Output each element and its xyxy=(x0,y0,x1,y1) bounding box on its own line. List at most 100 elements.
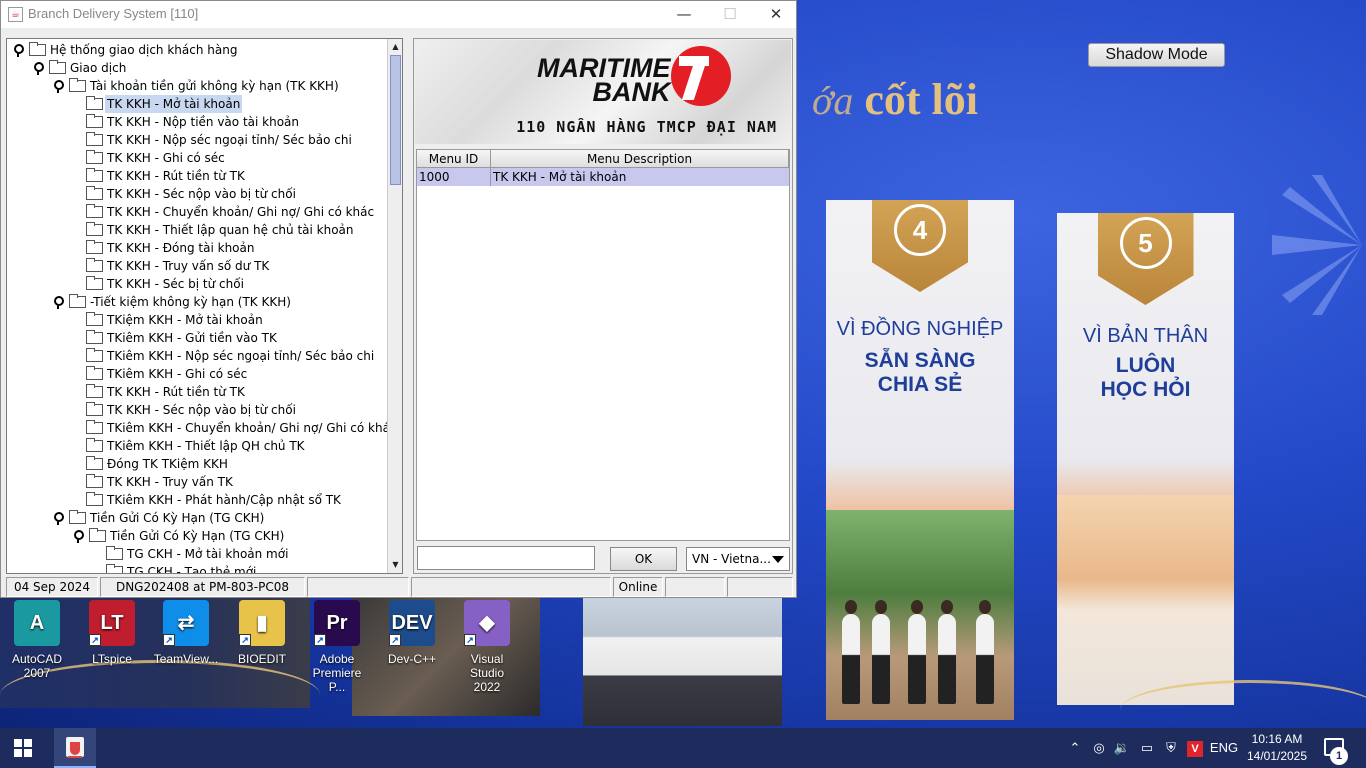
ok-button[interactable]: OK xyxy=(610,547,677,571)
tree-node[interactable]: TK KKH - Truy vấn số dư TK xyxy=(7,257,387,275)
shortcut-arrow-icon: ↗ xyxy=(314,634,326,646)
desktop-shortcut[interactable]: A AutoCAD 2007 xyxy=(3,600,71,680)
tree-node[interactable]: TK KKH - Nộp séc ngoại tỉnh/ Séc bảo chi xyxy=(7,131,387,149)
folder-icon xyxy=(106,546,123,560)
security-icon[interactable]: ⛨ xyxy=(1161,728,1181,768)
tree-node[interactable]: TKiệm KKH - Mở tài khoản xyxy=(7,311,387,329)
minimize-button[interactable]: — xyxy=(661,1,707,28)
tree-node[interactable]: TK KKH - Séc nộp vào bị từ chối xyxy=(7,401,387,419)
folder-icon xyxy=(69,510,86,524)
banner-title: VÌ BẢN THÂN xyxy=(1082,325,1209,347)
input-language[interactable]: ENG xyxy=(1207,728,1241,768)
value-banner-4: 4 VÌ ĐỒNG NGHIỆP SẴN SÀNG CHIA SẺ xyxy=(826,200,1014,720)
table-row[interactable]: 1000 TK KKH - Mở tài khoản xyxy=(417,168,789,186)
desktop-shortcut[interactable]: ▮ ↗ BIOEDIT xyxy=(228,600,296,666)
shortcut-label: TeamView... xyxy=(153,652,219,666)
shortcut-arrow-icon: ↗ xyxy=(163,634,175,646)
windows-start-icon[interactable] xyxy=(14,739,32,757)
tree-node[interactable]: TK KKH - Đóng tài khoản xyxy=(7,239,387,257)
maximize-button[interactable]: ☐ xyxy=(707,1,753,28)
medal-badge: 5 xyxy=(1097,213,1194,305)
tree-node[interactable]: TK KKH - Rút tiền từ TK xyxy=(7,383,387,401)
tree-node[interactable]: Tiền Gửi Có Kỳ Hạn (TG CKH) xyxy=(7,509,387,527)
tree-node[interactable]: -Tiết kiệm không kỳ hạn (TK KKH) xyxy=(7,293,387,311)
taskbar-java-app[interactable] xyxy=(54,728,96,768)
desktop-shortcut[interactable]: Pr ↗ Adobe Premiere P... xyxy=(303,600,371,694)
expand-key-icon[interactable] xyxy=(33,62,44,75)
tree-node[interactable]: TKiêm KKH - Gửi tiền vào TK xyxy=(7,329,387,347)
scroll-up-arrow-icon[interactable]: ▲ xyxy=(390,41,401,53)
folder-icon xyxy=(86,96,103,110)
status-cell xyxy=(411,577,611,597)
shortcut-label: Visual Studio xyxy=(469,652,505,680)
tree-node-label: TG CKH - Tạo thẻ mới xyxy=(127,565,257,573)
tree-node[interactable]: TKiêm KKH - Ghi có séc xyxy=(7,365,387,383)
desktop-shortcut[interactable]: LT ↗ LTspice xyxy=(78,600,146,666)
menu-id-input[interactable] xyxy=(417,546,595,570)
expand-key-icon[interactable] xyxy=(53,296,64,309)
shortcut-label: Adobe xyxy=(319,652,355,666)
status-cell xyxy=(665,577,725,597)
close-button[interactable]: ✕ xyxy=(753,1,799,28)
tree-node[interactable]: TKiêm KKH - Chuyển khoản/ Ghi nợ/ Ghi có… xyxy=(7,419,387,437)
tree-node-label: Tài khoản tiền gửi không kỳ hạn (TK KKH) xyxy=(90,79,339,93)
webcam-icon[interactable]: ◎ xyxy=(1090,728,1108,768)
tree-node[interactable]: TG CKH - Mở tài khoản mới xyxy=(7,545,387,563)
tree-node[interactable]: TKiêm KKH - Thiết lập QH chủ TK xyxy=(7,437,387,455)
tree-node[interactable]: TK KKH - Truy vấn TK xyxy=(7,473,387,491)
tree-node-label: TK KKH - Thiết lập quan hệ chủ tài khoản xyxy=(107,223,354,237)
desktop-shortcut[interactable]: ⇄ ↗ TeamView... xyxy=(152,600,220,666)
tree-node[interactable]: Đóng TK TKiệm KKH xyxy=(7,455,387,473)
folder-icon xyxy=(86,132,103,146)
tree-node[interactable]: Tài khoản tiền gửi không kỳ hạn (TK KKH) xyxy=(7,77,387,95)
volume-icon[interactable]: 🔉 xyxy=(1112,728,1132,768)
tree-node[interactable]: TK KKH - Chuyển khoản/ Ghi nợ/ Ghi có kh… xyxy=(7,203,387,221)
cell-menu-description: TK KKH - Mở tài khoản xyxy=(493,170,627,184)
status-user-station: DNG202408 at PM-803-PC08 xyxy=(100,577,305,597)
tree-node[interactable]: TG CKH - Tạo thẻ mới xyxy=(7,563,387,573)
network-icon[interactable]: ▭ xyxy=(1137,728,1157,768)
tree-node[interactable]: TK KKH - Ghi có séc xyxy=(7,149,387,167)
tree-node[interactable]: Giao dịch xyxy=(7,59,387,77)
language-select[interactable]: VN - Vietna... xyxy=(686,547,790,571)
tree-node[interactable]: TK KKH - Séc bị từ chối xyxy=(7,275,387,293)
expand-key-icon[interactable] xyxy=(13,44,24,57)
antivirus-icon[interactable]: V xyxy=(1185,728,1205,768)
tree-node[interactable]: TK KKH - Thiết lập quan hệ chủ tài khoản xyxy=(7,221,387,239)
tree-node-label: TK KKH - Truy vấn TK xyxy=(107,475,233,489)
shortcut-label: 2022 xyxy=(473,680,501,694)
tree-node[interactable]: TK KKH - Nộp tiền vào tài khoản xyxy=(7,113,387,131)
tree-node-label: TKiệm KKH - Mở tài khoản xyxy=(107,313,263,327)
scroll-down-arrow-icon[interactable]: ▼ xyxy=(390,559,401,571)
scroll-thumb[interactable] xyxy=(390,55,401,185)
desktop-shortcut[interactable]: DEV ↗ Dev-C++ xyxy=(378,600,446,666)
shadow-mode-button[interactable]: Shadow Mode xyxy=(1088,43,1225,67)
tree-node[interactable]: TKiêm KKH - Phát hành/Cập nhật sổ TK xyxy=(7,491,387,509)
tree-node-label: TK KKH - Séc nộp vào bị từ chối xyxy=(107,403,296,417)
tree-node[interactable]: TK KKH - Séc nộp vào bị từ chối xyxy=(7,185,387,203)
column-header-menu-description[interactable]: Menu Description xyxy=(491,150,789,168)
tree-node[interactable]: Hệ thống giao dịch khách hàng xyxy=(7,41,387,59)
tree-node[interactable]: Tiền Gửi Có Kỳ Hạn (TG CKH) xyxy=(7,527,387,545)
folder-icon xyxy=(86,222,103,236)
tree-node-label: TKiêm KKH - Phát hành/Cập nhật sổ TK xyxy=(107,493,341,507)
column-header-menu-id[interactable]: Menu ID xyxy=(417,150,491,168)
tree-node-label: TK KKH - Truy vấn số dư TK xyxy=(107,259,270,273)
expand-key-icon[interactable] xyxy=(73,530,84,543)
folder-icon xyxy=(86,114,103,128)
chevron-up-icon[interactable]: ⌃ xyxy=(1066,728,1084,768)
expand-key-icon[interactable] xyxy=(53,512,64,525)
tree-node[interactable]: TKiêm KKH - Nộp séc ngoại tỉnh/ Séc bảo … xyxy=(7,347,387,365)
tree-node-label: TKiêm KKH - Ghi có séc xyxy=(107,367,248,381)
tree-node[interactable]: TK KKH - Rút tiền từ TK xyxy=(7,167,387,185)
system-clock[interactable]: 10:16 AM 14/01/2025 xyxy=(1244,731,1310,765)
expand-key-icon[interactable] xyxy=(53,80,64,93)
tree-scrollbar[interactable]: ▲ ▼ xyxy=(387,39,402,573)
tree-node[interactable]: TK KKH - Mở tài khoản xyxy=(7,95,387,113)
tree-node-label: TKiêm KKH - Thiết lập QH chủ TK xyxy=(107,439,305,453)
menu-detail-panel: MARITIME BANK 110 NGÂN HÀNG TMCP ĐẠI NAM… xyxy=(413,38,793,574)
tree-node-label: Tiền Gửi Có Kỳ Hạn (TG CKH) xyxy=(90,511,265,525)
banner-title: VÌ ĐỒNG NGHIỆP xyxy=(836,318,1004,340)
title-bar[interactable]: ☕ Branch Delivery System [110] — ☐ ✕ xyxy=(1,1,796,28)
desktop-shortcut[interactable]: ◆ ↗ Visual Studio 2022 xyxy=(453,600,521,694)
